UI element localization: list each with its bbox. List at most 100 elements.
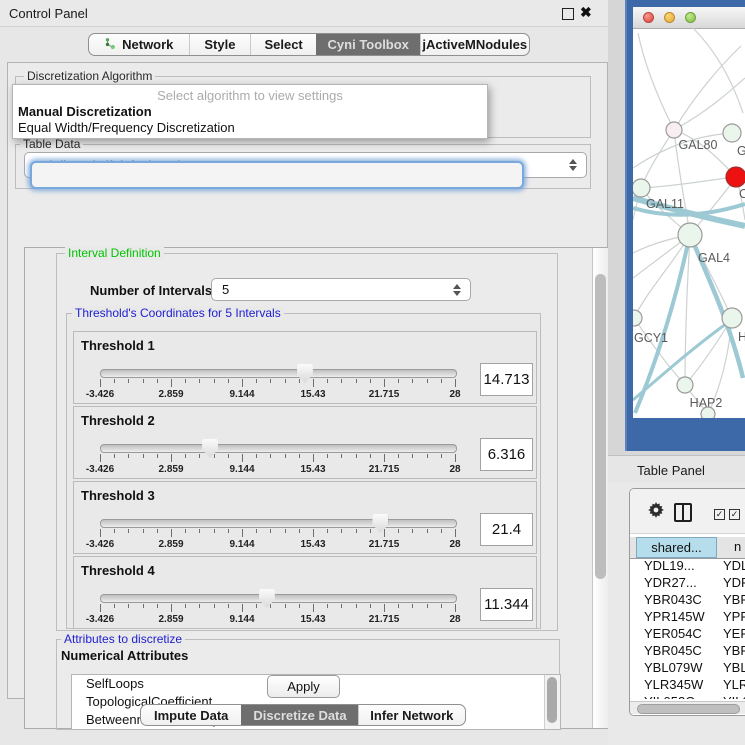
- network-node[interactable]: [677, 377, 693, 393]
- network-node[interactable]: [678, 223, 702, 247]
- slider-tick: [384, 529, 385, 537]
- cell-shared-name: YBR043C: [630, 592, 717, 607]
- slider-tick: [270, 379, 271, 383]
- slider-tick: [228, 604, 229, 608]
- settings-scrollbar-thumb[interactable]: [595, 274, 606, 579]
- network-canvas[interactable]: GAL80GCGAL11GAL4GCY1HHAP2: [633, 28, 745, 418]
- slider-tick: [157, 379, 158, 383]
- tab-style[interactable]: Style: [189, 34, 251, 55]
- settings-scrollbar[interactable]: [592, 248, 608, 728]
- threshold-panel: Threshold 3-3.4262.8599.14415.4321.71528…: [73, 481, 537, 554]
- network-node[interactable]: [633, 310, 642, 326]
- float-window-icon[interactable]: [562, 8, 574, 20]
- threshold-value-field[interactable]: 21.4: [480, 513, 533, 546]
- slider-tick: [100, 529, 101, 537]
- slider-tick: [100, 454, 101, 462]
- table-hscrollbar[interactable]: [630, 701, 745, 714]
- tab-network[interactable]: Network: [89, 34, 189, 55]
- cell-shared-name: YLR345W: [630, 677, 717, 692]
- threshold-panel: Threshold 2-3.4262.8599.14415.4321.71528…: [73, 406, 537, 479]
- network-window-titlebar[interactable]: [633, 7, 745, 29]
- slider-tick: [214, 379, 215, 383]
- network-node[interactable]: [722, 308, 742, 328]
- network-node[interactable]: [633, 179, 650, 197]
- slider-track[interactable]: [100, 444, 457, 453]
- table-row[interactable]: YIL052CYIL0: [630, 694, 745, 699]
- table-row[interactable]: YLR345WYLR3: [630, 677, 745, 694]
- table-hscrollbar-thumb[interactable]: [637, 704, 740, 714]
- network-node[interactable]: [723, 124, 741, 142]
- apply-button[interactable]: Apply: [267, 675, 340, 698]
- table-rows: YDL19...YDL1YDR27...YDR2YBR043CYBR0YPR14…: [630, 558, 745, 699]
- slider-tick: [370, 379, 371, 383]
- table-row[interactable]: YER054CYER0: [630, 626, 745, 643]
- split-columns-icon[interactable]: [674, 503, 692, 522]
- table-row[interactable]: YDL19...YDL1: [630, 558, 745, 575]
- column-header-name[interactable]: n: [717, 537, 741, 558]
- slider-tick: [441, 529, 442, 533]
- table-row[interactable]: YBR045CYBR0: [630, 643, 745, 660]
- slider-tick: [242, 604, 243, 612]
- slider-tick: [228, 454, 229, 458]
- tab-label: Cyni Toolbox: [328, 37, 409, 52]
- slider-tick: [171, 454, 172, 462]
- cell-name: YBR0: [717, 643, 745, 658]
- slider-tick: [398, 454, 399, 458]
- slider-thumb[interactable]: [259, 589, 275, 608]
- dropdown-hint-option[interactable]: Select algorithm to view settings: [13, 88, 487, 103]
- slider-tick: [327, 604, 328, 608]
- checkbox-icon[interactable]: ✓: [714, 509, 725, 520]
- slider-track[interactable]: [100, 594, 457, 603]
- dropdown-option-equal-width[interactable]: Equal Width/Frequency Discretization: [18, 120, 235, 135]
- column-header-shared-name[interactable]: shared...: [636, 537, 717, 558]
- close-traffic-icon[interactable]: [643, 12, 654, 23]
- threshold-value-field[interactable]: 11.344: [480, 588, 533, 621]
- panel-title: Control Panel: [9, 6, 88, 21]
- cell-shared-name: YDL19...: [630, 558, 717, 573]
- table-row[interactable]: YBL079WYBL0: [630, 660, 745, 677]
- network-node[interactable]: [701, 407, 715, 418]
- minimize-traffic-icon[interactable]: [664, 12, 675, 23]
- table-row[interactable]: YPR145WYPR1: [630, 609, 745, 626]
- tab-impute-data[interactable]: Impute Data: [141, 705, 241, 725]
- slider-tick-label: 15.43: [288, 614, 338, 625]
- checkbox-icon[interactable]: ✓: [729, 509, 740, 520]
- control-tabs: NetworkStyleSelect Cyni Toolbox jActiveMNo…: [88, 33, 530, 56]
- gear-icon[interactable]: [647, 501, 665, 524]
- slider-tick: [199, 454, 200, 458]
- slider-tick: [143, 454, 144, 458]
- threshold-value-field[interactable]: 14.713: [480, 363, 533, 396]
- cell-shared-name: YBR045C: [630, 643, 717, 658]
- dropdown-option-manual[interactable]: Manual Discretization: [18, 104, 152, 119]
- slider-tick: [327, 529, 328, 533]
- tab-jactivemnodules[interactable]: jActiveMNodules: [420, 34, 530, 55]
- close-icon[interactable]: ✖: [580, 4, 592, 21]
- slider-tick: [427, 379, 428, 383]
- slider-track[interactable]: [100, 369, 457, 378]
- slider-thumb[interactable]: [202, 439, 218, 458]
- network-node[interactable]: [726, 167, 745, 187]
- slider-tick: [356, 454, 357, 458]
- table-row[interactable]: YBR043CYBR0: [630, 592, 745, 609]
- slider-tick: [157, 454, 158, 458]
- table-row[interactable]: YDR27...YDR2: [630, 575, 745, 592]
- network-node[interactable]: [666, 122, 682, 138]
- number-of-intervals-combobox[interactable]: 5: [211, 278, 471, 301]
- slider-tick: [370, 454, 371, 458]
- slider-tick-label: 9.144: [217, 464, 267, 475]
- tab-select[interactable]: Select: [250, 34, 316, 55]
- threshold-value-field[interactable]: 6.316: [480, 438, 533, 471]
- table-header-row: shared... n: [630, 537, 745, 559]
- tab-discretize-data[interactable]: Discretize Data: [241, 705, 357, 725]
- algorithm-combobox[interactable]: [30, 161, 524, 189]
- tab-cyni-toolbox[interactable]: Cyni Toolbox: [316, 34, 420, 55]
- slider-tick: [185, 379, 186, 383]
- zoom-traffic-icon[interactable]: [685, 12, 696, 23]
- tab-infer-network[interactable]: Infer Network: [358, 705, 465, 725]
- slider-track[interactable]: [100, 519, 457, 528]
- slider-tick: [398, 379, 399, 383]
- slider-tick-label: 21.715: [359, 539, 409, 550]
- slider-tick-label: 15.43: [288, 389, 338, 400]
- slider-thumb[interactable]: [372, 514, 388, 533]
- attributes-scrollbar[interactable]: [544, 675, 560, 729]
